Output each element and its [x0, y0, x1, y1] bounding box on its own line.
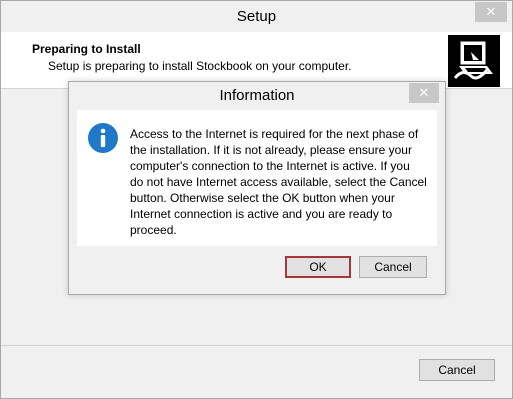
computer-install-icon	[448, 35, 500, 87]
setup-cancel-button[interactable]: Cancel	[419, 359, 495, 381]
message-line: button. Otherwise select the OK button w…	[130, 191, 395, 205]
message-line: do not have Internet access available, s…	[130, 175, 427, 189]
message-line: computer's connection to the Internet is…	[130, 159, 410, 173]
ok-button[interactable]: OK	[285, 256, 351, 278]
setup-close-button[interactable]: ✕	[475, 2, 507, 22]
message-line: the installation. If it is not already, …	[130, 143, 412, 157]
info-icon	[88, 123, 118, 153]
dialog-content: Access to the Internet is required for t…	[77, 110, 437, 246]
page-subtitle: Setup is preparing to install Stockbook …	[48, 59, 352, 73]
information-dialog: Information ✕ Access to the Internet is …	[68, 81, 446, 295]
dialog-title: Information	[219, 87, 295, 104]
setup-titlebar[interactable]: Setup ✕	[1, 1, 512, 32]
footer-divider	[1, 345, 512, 346]
setup-window-title: Setup	[236, 8, 277, 25]
page-title: Preparing to Install	[32, 42, 141, 56]
dialog-message: Access to the Internet is required for t…	[130, 126, 430, 238]
message-line: Access to the Internet is required for t…	[130, 127, 419, 141]
message-line: Internet connection is active and you ar…	[130, 207, 393, 221]
message-line: proceed.	[130, 223, 177, 237]
dialog-close-button[interactable]: ✕	[409, 83, 439, 103]
dialog-cancel-button[interactable]: Cancel	[359, 256, 427, 278]
